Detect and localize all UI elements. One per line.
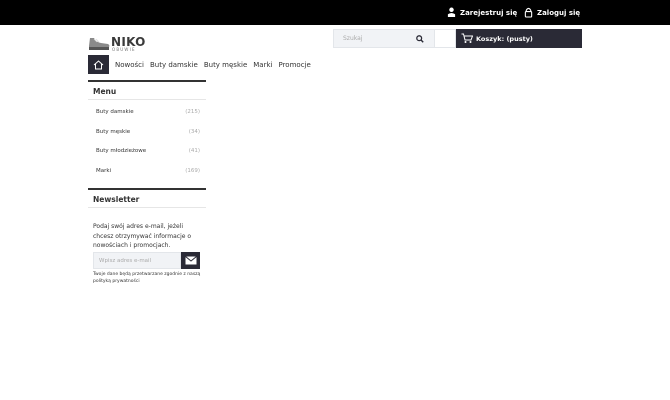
menu-item-label: Buty młodzieżowe [96,148,147,154]
newsletter-submit-button[interactable] [181,252,200,269]
menu-item-count: (34) [188,128,200,135]
menu-title: Menu [88,80,206,100]
home-button[interactable] [88,55,109,74]
cart-icon [461,33,473,43]
search-input[interactable]: Szukaj [333,29,435,48]
cart-label: Koszyk: (pusty) [476,35,533,43]
search-placeholder: Szukaj [343,35,363,42]
nav-item-marki[interactable]: Marki [253,61,272,69]
menu-item-marki[interactable]: Marki (169) [88,159,206,179]
login-link[interactable]: Zaloguj się [524,7,580,18]
logo-subtitle: OBUWIE [112,47,136,52]
envelope-icon [184,256,197,265]
menu-item-buty-meskie[interactable]: Buty męskie (34) [88,120,206,140]
register-label: Zarejestruj się [460,8,518,17]
search-icon[interactable] [416,35,424,43]
menu-item-count: (41) [188,148,200,154]
cart-button[interactable]: Koszyk: (pusty) [456,29,582,48]
newsletter-title: Newsletter [88,188,206,208]
shoe-logo-icon [89,38,110,50]
newsletter-email-input[interactable]: Wpisz adres e-mail [93,252,181,269]
menu-item-label: Marki [96,167,112,174]
nav-item-buty-meskie[interactable]: Buty męskie [204,61,247,69]
menu-item-count: (215) [185,109,200,115]
register-link[interactable]: Zarejestruj się [447,7,517,18]
home-icon [93,59,104,69]
menu-item-label: Buty damskie [96,109,134,115]
menu-block: Menu Buty damskie (215) Buty męskie (34)… [88,80,206,178]
menu-list: Buty damskie (215) Buty męskie (34) Buty… [88,100,206,178]
nav-item-buty-damskie[interactable]: Buty damskie [150,61,198,69]
lock-icon [524,7,533,18]
newsletter-privacy-note: Twoje dane będą przetwarzane zgodnie z n… [93,272,201,284]
menu-item-count: (169) [185,167,200,174]
nav-item-promocje[interactable]: Promocje [278,61,310,69]
menu-item-buty-mlodziezowe[interactable]: Buty młodzieżowe (41) [88,139,206,159]
newsletter-block: Newsletter Podaj swój adres e-mail, jeże… [88,188,206,284]
nav-item-nowosci[interactable]: Nowości [115,61,144,69]
newsletter-description: Podaj swój adres e-mail, jeżeli chcesz o… [93,223,192,249]
site-logo[interactable]: NIKO OBUWIE [88,34,152,54]
menu-item-label: Buty męskie [96,128,131,135]
main-nav: Nowości Buty damskie Buty męskie Marki P… [88,55,311,74]
user-add-icon [447,7,456,17]
search-separator [435,29,456,48]
login-label: Zaloguj się [537,8,581,17]
top-bar: Zarejestruj się Zaloguj się [0,0,670,25]
menu-item-buty-damskie[interactable]: Buty damskie (215) [88,100,206,120]
